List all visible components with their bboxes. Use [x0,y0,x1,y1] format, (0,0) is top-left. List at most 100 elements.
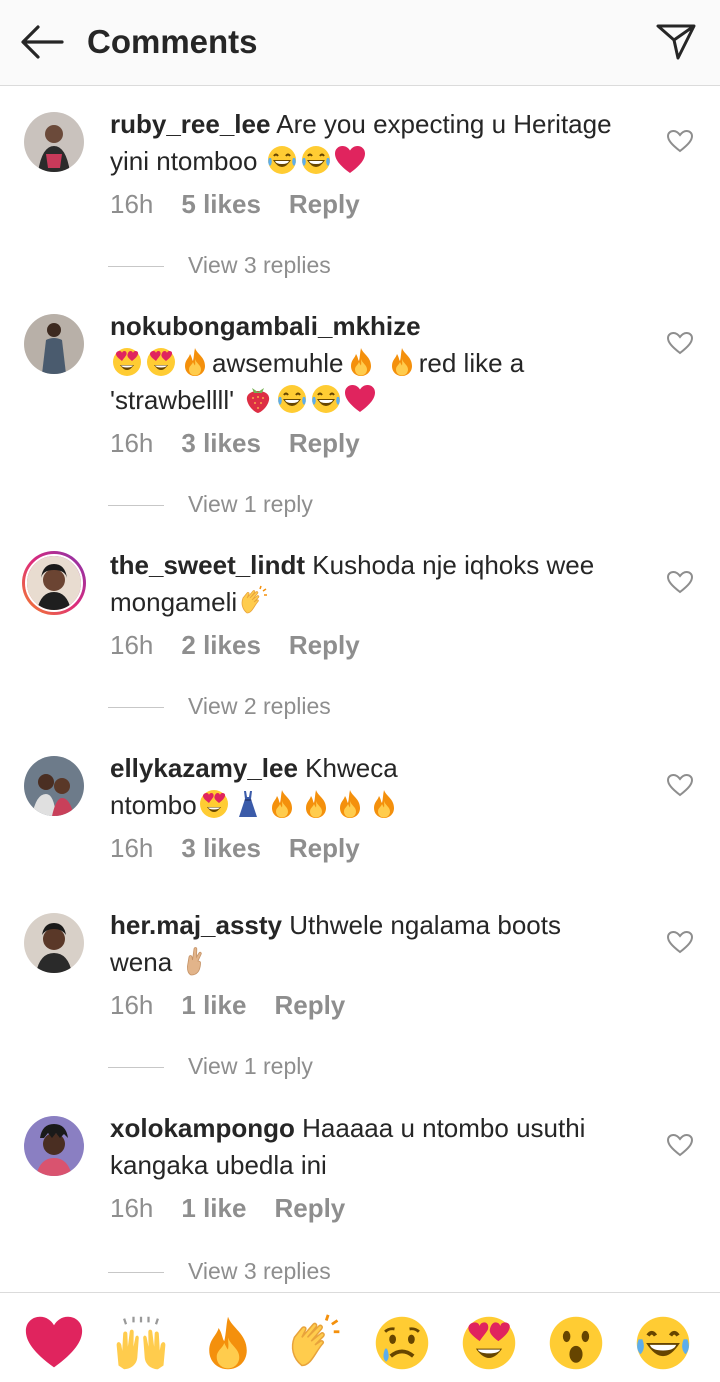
avatar[interactable] [24,112,84,172]
heart-eyes-icon [145,346,177,378]
comment-time: 16h [110,630,154,660]
view-replies-label: View 1 reply [188,491,313,517]
like-heart-icon[interactable] [666,569,694,595]
comment-likes[interactable]: 1 like [181,1193,246,1223]
comment-text: her.maj_assty Uthwele ngalama boots wena [110,907,650,981]
laugh-cry-icon [266,144,298,176]
comment-likes[interactable]: 1 like [181,990,246,1020]
page-title: Comments [87,23,258,60]
sad-face-icon[interactable] [372,1313,432,1373]
view-replies-button[interactable]: View 1 reply [108,1051,313,1081]
crossed-fingers-icon [180,945,212,977]
like-heart-icon[interactable] [666,128,694,154]
avatar[interactable] [24,1116,84,1176]
view-replies-button[interactable]: View 2 replies [108,691,331,721]
comment-likes[interactable]: 5 likes [181,189,261,219]
comment-body: Uthwele ngalama boots [289,910,561,940]
comment-time: 16h [110,189,154,219]
divider-line [108,1272,164,1274]
reply-button[interactable]: Reply [289,630,360,660]
clapping-hands-icon[interactable] [285,1313,345,1373]
comment-meta: 16h 1 like Reply [110,988,373,1022]
avatar[interactable] [24,314,84,374]
raised-hands-icon[interactable] [111,1313,171,1373]
header-bar: Comments [0,0,720,86]
comment-meta: 16h 3 likes Reply [110,426,388,460]
fire-icon [368,788,400,820]
divider-line [108,1067,164,1069]
comment-username[interactable]: ellykazamy_lee [110,753,298,783]
heart-icon [334,144,366,176]
comment-text: ellykazamy_lee Khweca ntombo [110,750,650,824]
comment-likes[interactable]: 2 likes [181,630,261,660]
avatar[interactable] [24,913,84,973]
laugh-cry-icon [276,383,308,415]
like-heart-icon[interactable] [666,330,694,356]
comment-username[interactable]: the_sweet_lindt [110,550,305,580]
surprised-face-icon[interactable] [546,1313,606,1373]
view-replies-label: View 3 replies [188,252,331,278]
fire-icon [179,346,211,378]
avatar[interactable] [24,756,84,816]
divider-line [108,505,164,507]
comment-text: nokubongambali_mkhize awsemuhle red like… [110,308,650,419]
view-replies-label: View 2 replies [188,693,331,719]
fire-icon[interactable] [198,1313,258,1373]
laugh-cry-icon [300,144,332,176]
reply-button[interactable]: Reply [289,189,360,219]
heart-eyes-icon [198,788,230,820]
comment-body: Khweca [305,753,398,783]
comment-body: wena [110,947,173,977]
comment-body: awsemuhle [212,348,344,378]
comment-username[interactable]: nokubongambali_mkhize [110,311,421,341]
comment-time: 16h [110,428,154,458]
comment-body: ntombo [110,790,197,820]
dress-icon [232,788,264,820]
quick-reaction-bar [0,1292,720,1382]
send-direct-icon[interactable] [652,20,700,64]
like-heart-icon[interactable] [666,929,694,955]
fire-icon [334,788,366,820]
comment-time: 16h [110,833,154,863]
reply-button[interactable]: Reply [274,1193,345,1223]
back-arrow-icon[interactable] [18,22,66,62]
view-replies-label: View 1 reply [188,1053,313,1079]
comment-likes[interactable]: 3 likes [181,833,261,863]
view-replies-button[interactable]: View 3 replies [108,250,331,280]
laugh-cry-icon[interactable] [633,1313,693,1373]
heart-eyes-icon[interactable] [459,1313,519,1373]
heart-icon[interactable] [24,1313,84,1373]
comment-text: the_sweet_lindt Kushoda nje iqhoks wee m… [110,547,650,621]
heart-eyes-icon [111,346,143,378]
view-replies-button[interactable]: View 3 replies [108,1256,331,1286]
comment-time: 16h [110,1193,154,1223]
divider-line [108,707,164,709]
heart-icon [344,383,376,415]
clapping-hands-icon [238,585,270,617]
comment-username[interactable]: her.maj_assty [110,910,282,940]
comment-text: xolokampongo Haaaaa u ntombo usuthi kang… [110,1110,650,1184]
laugh-cry-icon [310,383,342,415]
comment-meta: 16h 1 like Reply [110,1191,373,1225]
reply-button[interactable]: Reply [289,833,360,863]
comment-username[interactable]: xolokampongo [110,1113,295,1143]
comment-likes[interactable]: 3 likes [181,428,261,458]
comment-meta: 16h 3 likes Reply [110,831,388,865]
comment-username[interactable]: ruby_ree_lee [110,109,270,139]
reply-button[interactable]: Reply [289,428,360,458]
like-heart-icon[interactable] [666,1132,694,1158]
comment-text: ruby_ree_lee Are you expecting u Heritag… [110,106,650,180]
comment-time: 16h [110,990,154,1020]
avatar[interactable] [22,551,86,615]
fire-icon [266,788,298,820]
fire-icon [300,788,332,820]
fire-icon [345,346,377,378]
view-replies-button[interactable]: View 1 reply [108,489,313,519]
like-heart-icon[interactable] [666,772,694,798]
divider-line [108,266,164,268]
strawberry-icon [242,383,274,415]
comment-list[interactable]: ruby_ree_lee Are you expecting u Heritag… [0,86,720,1292]
comment-meta: 16h 2 likes Reply [110,628,388,662]
view-replies-label: View 3 replies [188,1258,331,1284]
reply-button[interactable]: Reply [274,990,345,1020]
